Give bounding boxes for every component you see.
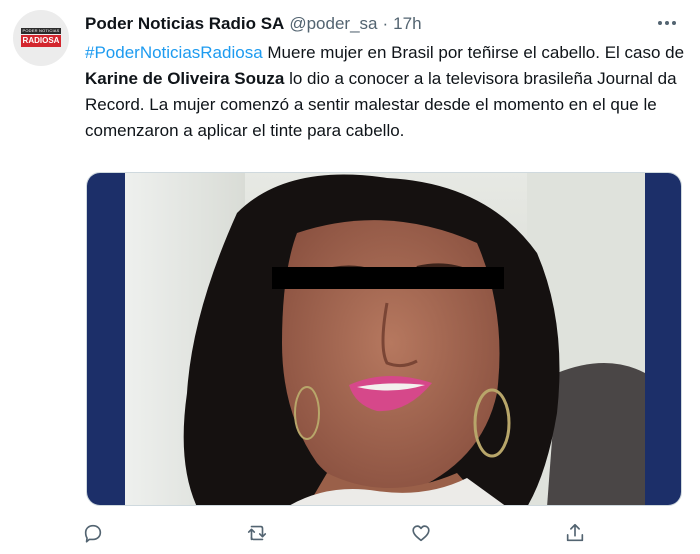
avatar-logo-top: PODER NOTICIAS: [21, 28, 61, 34]
tweet-actions: [0, 518, 700, 548]
reply-icon: [84, 524, 102, 543]
like-icon: [412, 525, 430, 542]
hashtag-link[interactable]: #PoderNoticiasRadiosa: [85, 43, 263, 62]
tweet-time[interactable]: 17h: [393, 14, 421, 33]
tweet-text-part1: Muere mujer en Brasil por teñirse el cab…: [262, 43, 685, 62]
retweet-icon: [247, 525, 267, 541]
tweet-media[interactable]: [86, 172, 682, 506]
header-separator: ·: [382, 14, 389, 33]
tweet-person-name: Karine de Oliveira Souza: [85, 69, 285, 88]
more-options-button[interactable]: [652, 10, 682, 36]
more-icon: [658, 21, 676, 25]
avatar[interactable]: PODER NOTICIAS RADIOSA: [13, 10, 69, 66]
share-button[interactable]: [558, 518, 592, 548]
like-button[interactable]: [404, 518, 438, 548]
retweet-button[interactable]: [240, 518, 274, 548]
account-handle[interactable]: @poder_sa: [289, 14, 377, 33]
avatar-logo-main: RADIOSA: [21, 35, 61, 47]
tweet-text: #PoderNoticiasRadiosa Muere mujer en Bra…: [85, 40, 685, 144]
account-name[interactable]: Poder Noticias Radio SA: [85, 14, 284, 33]
tweet-card[interactable]: PODER NOTICIAS RADIOSA Poder Noticias Ra…: [0, 0, 700, 554]
reply-button[interactable]: [76, 518, 110, 548]
share-icon: [566, 523, 584, 542]
photo-of-woman-with-censored-eyes-icon: [87, 173, 681, 505]
tweet-header: Poder Noticias Radio SA @poder_sa · 17h: [85, 12, 422, 36]
